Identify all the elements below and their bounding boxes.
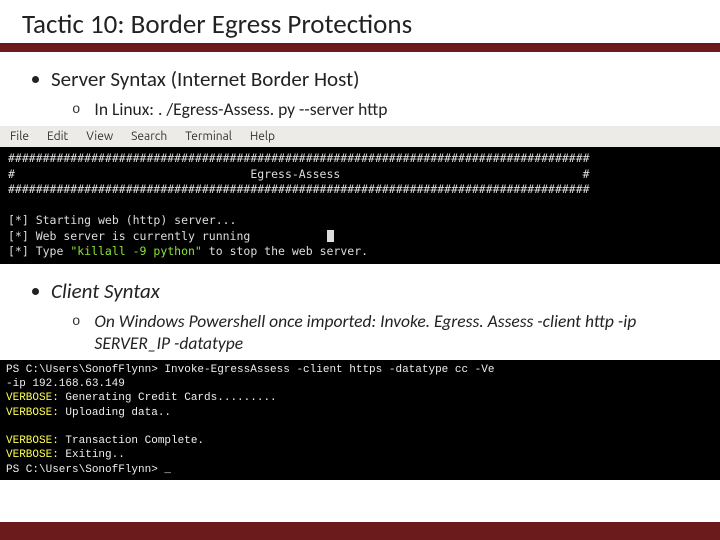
ps-v1b: Generating Credit Cards......... <box>59 392 277 404</box>
circle-bullet-icon: o <box>72 102 80 118</box>
ps-v1a: VERBOSE: <box>6 392 59 404</box>
ps-v3a: VERBOSE: <box>6 435 59 447</box>
term-hash2: ########################################… <box>8 182 590 196</box>
term-hash1: ########################################… <box>8 151 590 165</box>
bullet-dot-icon <box>32 288 39 295</box>
ps-l2: -ip 192.168.63.149 <box>6 378 125 390</box>
ps-l1: PS C:\Users\SonofFlynn> Invoke-EgressAss… <box>6 364 494 376</box>
menu-search[interactable]: Search <box>131 130 167 143</box>
menu-view[interactable]: View <box>86 130 113 143</box>
menu-help[interactable]: Help <box>250 130 275 143</box>
linux-terminal[interactable]: ########################################… <box>0 147 720 264</box>
sub-client: o On Windows Powershell once imported: I… <box>72 310 688 354</box>
bullet-client: Client Syntax <box>32 278 688 304</box>
ps-v2a: VERBOSE: <box>6 407 59 419</box>
sub-server: o In Linux: . /Egress-Assess. py --serve… <box>72 98 688 120</box>
terminal-menubar: File Edit View Search Terminal Help <box>0 126 720 147</box>
bullet-client-label: Client Syntax <box>51 278 160 304</box>
sub-server-text: In Linux: . /Egress-Assess. py --server … <box>94 98 387 120</box>
ps-v2b: Uploading data.. <box>59 407 171 419</box>
ps-v3b: Transaction Complete. <box>59 435 204 447</box>
bullet-dot-icon <box>32 76 39 83</box>
bottom-band <box>0 522 720 540</box>
slide-title: Tactic 10: Border Egress Protections <box>22 8 698 41</box>
term-l2: [*] Web server is currently running <box>8 229 250 243</box>
term-l3s: to stop the web server. <box>202 244 368 258</box>
title-band: Tactic 10: Border Egress Protections <box>0 0 720 46</box>
circle-bullet-icon: o <box>72 314 80 330</box>
content2: Client Syntax o On Windows Powershell on… <box>0 264 720 354</box>
powershell-terminal[interactable]: PS C:\Users\SonofFlynn> Invoke-EgressAss… <box>0 360 720 480</box>
bullet-server: Server Syntax (Internet Border Host) <box>32 66 688 92</box>
term-l3c: "killall -9 python" <box>70 244 202 258</box>
ps-v4a: VERBOSE: <box>6 449 59 461</box>
term-banner: # Egress-Assess # <box>8 167 590 181</box>
term-l3p: [*] Type <box>8 244 70 258</box>
sub-client-text: On Windows Powershell once imported: Inv… <box>94 310 688 354</box>
ps-l7: PS C:\Users\SonofFlynn> _ <box>6 464 171 476</box>
menu-terminal[interactable]: Terminal <box>185 130 232 143</box>
slide: Tactic 10: Border Egress Protections Ser… <box>0 0 720 540</box>
menu-edit[interactable]: Edit <box>47 130 68 143</box>
bullet-server-label: Server Syntax (Internet Border Host) <box>51 66 359 92</box>
content: Server Syntax (Internet Border Host) o I… <box>0 52 720 120</box>
term-l1: [*] Starting web (http) server... <box>8 213 236 227</box>
menu-file[interactable]: File <box>10 130 29 143</box>
ps-v4b: Exiting.. <box>59 449 125 461</box>
text-cursor-icon <box>327 230 334 242</box>
